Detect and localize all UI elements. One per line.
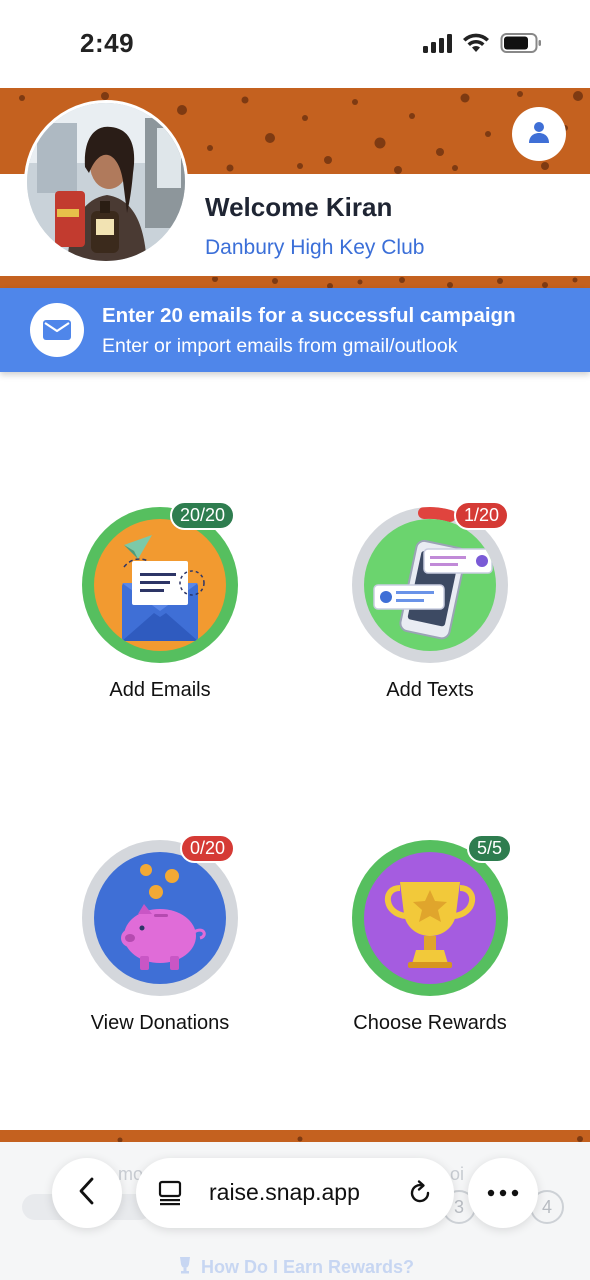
add-emails-tile[interactable]: 20/20 Add Emails — [55, 501, 265, 717]
phone-messages-icon — [364, 519, 496, 651]
progress-ring — [352, 507, 508, 663]
status-bar: 2:49 — [0, 0, 590, 88]
tile-label: Choose Rewards — [353, 1012, 507, 1034]
back-button[interactable] — [52, 1158, 122, 1228]
progress-badge: 0/20 — [180, 834, 236, 863]
battery-icon — [500, 32, 542, 59]
profile-button[interactable] — [512, 107, 566, 161]
banner-title: Enter 20 emails for a successful campaig… — [102, 304, 516, 327]
progress-ring — [352, 840, 508, 996]
earn-rewards-link[interactable]: How Do I Earn Rewards? — [175, 1255, 414, 1280]
reload-icon[interactable] — [406, 1179, 434, 1212]
tile-label: Add Emails — [109, 679, 211, 701]
more-options-button[interactable] — [468, 1158, 538, 1228]
trophy-small-icon — [175, 1255, 195, 1280]
add-texts-tile[interactable]: 1/20 Add Texts — [325, 501, 535, 717]
header-pattern-bottom — [0, 276, 590, 288]
choose-rewards-tile[interactable]: 5/5 Choose Rewards — [325, 834, 535, 1050]
trophy-icon — [364, 852, 496, 984]
email-envelope-icon — [94, 519, 226, 651]
progress-badge: 5/5 — [467, 834, 513, 863]
progress-ring — [82, 840, 238, 996]
welcome-heading: Welcome Kiran — [205, 192, 393, 222]
banner-subtitle: Enter or import emails from gmail/outloo… — [102, 335, 458, 357]
earn-rewards-text: How Do I Earn Rewards? — [201, 1257, 415, 1277]
cellular-signal-icon — [422, 33, 452, 58]
email-campaign-banner[interactable]: Enter 20 emails for a successful campaig… — [0, 288, 590, 372]
tile-label: View Donations — [90, 1012, 230, 1034]
chevron-left-icon — [77, 1176, 97, 1211]
browser-toolbar: raise.snap.app — [0, 1150, 590, 1238]
more-dots-icon — [487, 1184, 519, 1202]
progress-ring — [82, 507, 238, 663]
piggy-bank-icon — [94, 852, 226, 984]
avatar — [24, 100, 188, 264]
envelope-icon — [30, 303, 84, 357]
wifi-icon — [462, 32, 490, 59]
view-donations-tile[interactable]: 0/20 View Donations — [55, 834, 265, 1050]
user-icon — [526, 119, 552, 150]
status-time: 2:49 — [80, 28, 135, 58]
club-name: Danbury High Key Club — [205, 236, 425, 259]
address-bar[interactable]: raise.snap.app — [136, 1158, 454, 1228]
profile-header: Welcome Kiran Danbury High Key Club — [0, 88, 590, 288]
reader-mode-icon[interactable] — [158, 1180, 184, 1211]
status-icons — [422, 32, 542, 59]
progress-badge: 1/20 — [454, 501, 510, 530]
footer-pattern — [0, 1130, 590, 1142]
url-text: raise.snap.app — [209, 1179, 360, 1205]
tile-label: Add Texts — [386, 679, 474, 701]
progress-badge: 20/20 — [170, 501, 236, 530]
